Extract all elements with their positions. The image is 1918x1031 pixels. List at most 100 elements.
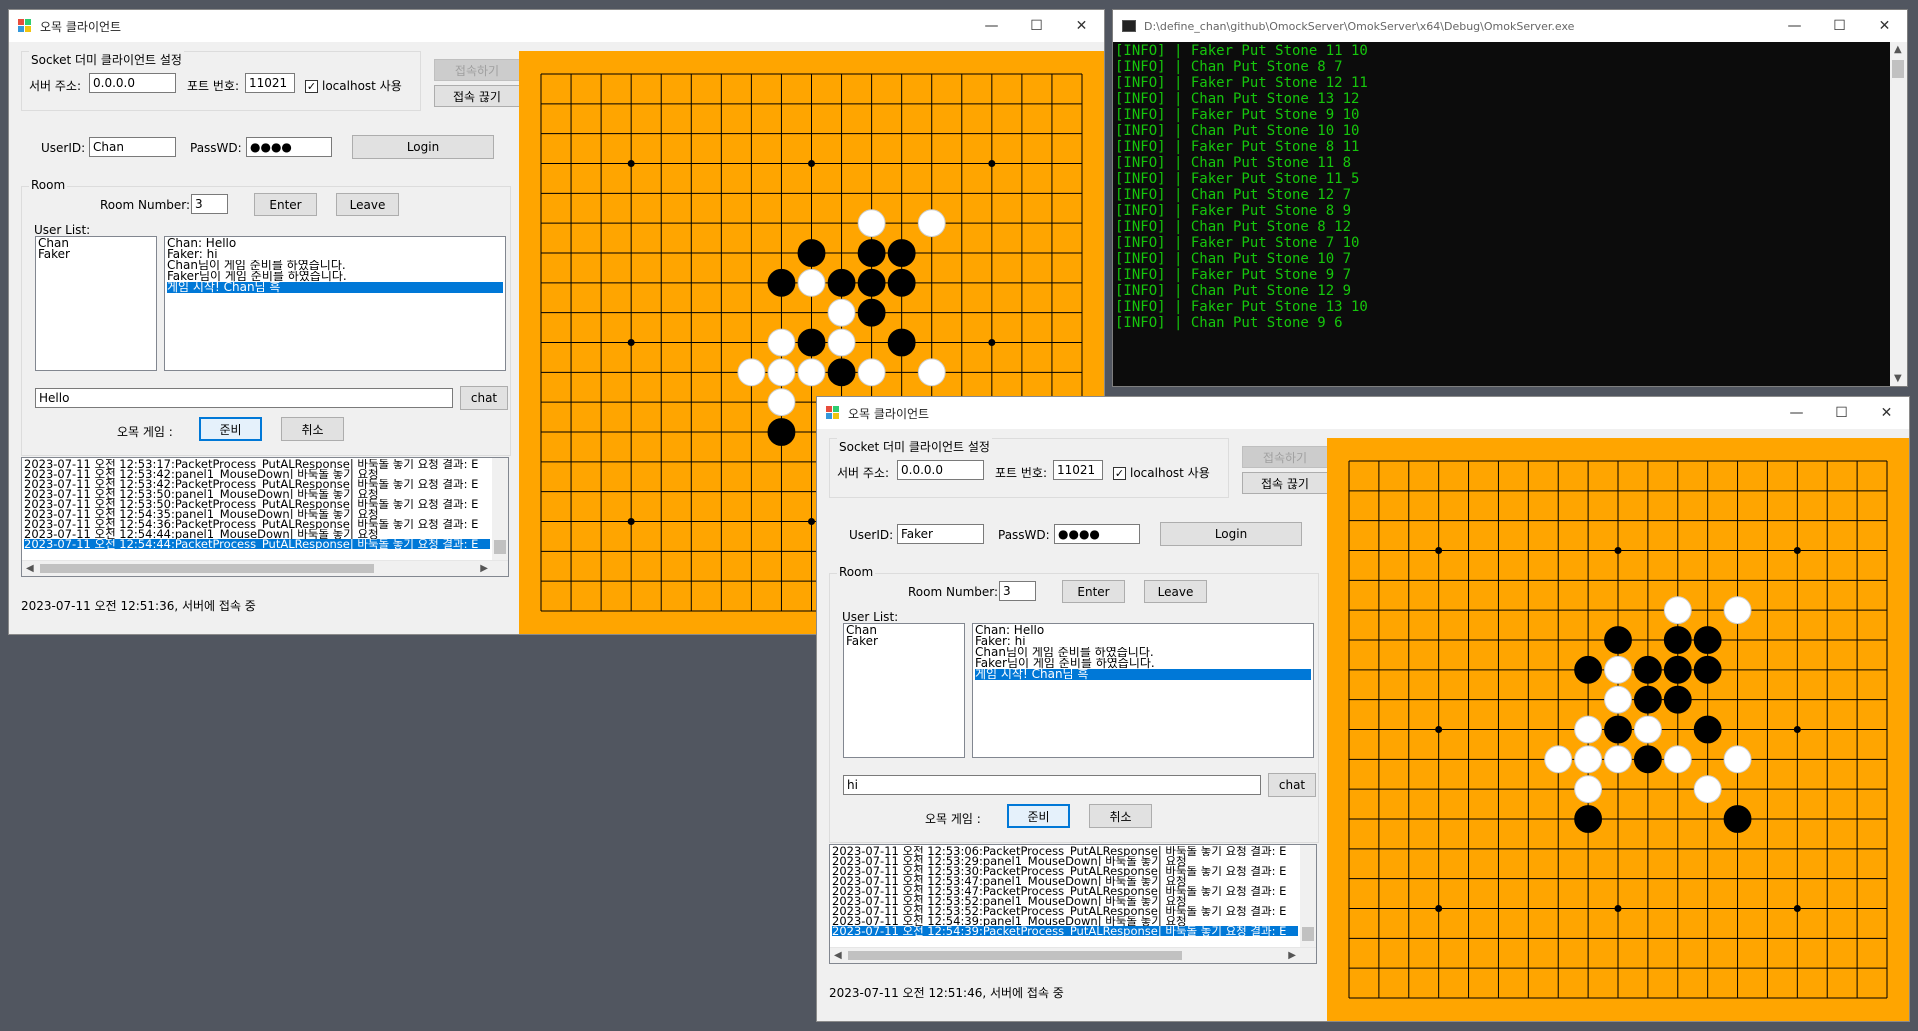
chat-message[interactable]: 게임 시작! Chan님 흑 bbox=[975, 669, 1311, 680]
log-line[interactable]: 2023-07-11 오전 12:53:52:PacketProcess_Put… bbox=[832, 906, 1298, 916]
disconnect-button[interactable]: 접속 끊기 bbox=[434, 85, 520, 107]
log-line[interactable]: 2023-07-11 오전 12:53:42:PacketProcess_Put… bbox=[24, 479, 490, 489]
login-button[interactable]: Login bbox=[352, 135, 494, 159]
console-scrollbar[interactable]: ▲ ▼ bbox=[1890, 42, 1907, 386]
room-number-input[interactable]: 3 bbox=[999, 581, 1036, 601]
log-line[interactable]: 2023-07-11 오전 12:53:06:PacketProcess_Put… bbox=[832, 846, 1298, 856]
log-hscroll-thumb[interactable] bbox=[848, 951, 1182, 960]
scroll-left-icon[interactable]: ◀ bbox=[26, 563, 34, 574]
log-line[interactable]: 2023-07-11 오전 12:53:42:panel1_MouseDown|… bbox=[24, 469, 490, 479]
maximize-icon[interactable]: ☐ bbox=[1819, 397, 1864, 429]
client-titlebar[interactable]: 오목 클라이언트 — ☐ ✕ bbox=[9, 10, 1104, 42]
chat-listbox[interactable]: Chan: Hello Faker: hi Chan님이 게임 준비를 하였습니다.… bbox=[164, 236, 506, 371]
leave-button[interactable]: Leave bbox=[336, 193, 399, 216]
minimize-icon[interactable]: — bbox=[1772, 10, 1817, 42]
localhost-checkbox[interactable]: ✓ localhost 사용 bbox=[305, 77, 402, 94]
log-horizontal-scrollbar[interactable]: ◀ ▶ bbox=[22, 560, 508, 576]
leave-button[interactable]: Leave bbox=[1144, 580, 1207, 603]
log-line[interactable]: 2023-07-11 오전 12:54:36:PacketProcess_Put… bbox=[24, 519, 490, 529]
checkbox-check-icon[interactable]: ✓ bbox=[1113, 467, 1126, 480]
localhost-checkbox[interactable]: ✓ localhost 사용 bbox=[1113, 464, 1210, 481]
disconnect-button[interactable]: 접속 끊기 bbox=[1242, 472, 1328, 494]
log-line[interactable]: 2023-07-11 오전 12:54:44:panel1_MouseDown|… bbox=[24, 529, 490, 539]
scroll-up-icon[interactable]: ▲ bbox=[1894, 44, 1902, 55]
log-horizontal-scrollbar[interactable]: ◀ ▶ bbox=[830, 947, 1316, 963]
star-point bbox=[627, 160, 635, 167]
chat-listbox[interactable]: Chan: Hello Faker: hi Chan님이 게임 준비를 하였습니다.… bbox=[972, 623, 1314, 758]
log-line[interactable]: 2023-07-11 오전 12:53:50:panel1_MouseDown|… bbox=[24, 489, 490, 499]
chat-message[interactable]: Faker님이 게임 준비를 하였습니다. bbox=[167, 271, 503, 282]
chat-message[interactable]: Chan: Hello bbox=[167, 238, 503, 249]
client-titlebar[interactable]: 오목 클라이언트 — ☐ ✕ bbox=[817, 397, 1909, 429]
log-vscroll-thumb[interactable] bbox=[1302, 927, 1314, 941]
user-list-item[interactable]: Faker bbox=[38, 249, 154, 260]
chat-message[interactable]: 게임 시작! Chan님 흑 bbox=[167, 282, 503, 293]
scroll-down-icon[interactable]: ▼ bbox=[1894, 373, 1902, 384]
console-scroll-thumb[interactable] bbox=[1892, 60, 1904, 78]
omok-board[interactable] bbox=[1327, 438, 1909, 1021]
enter-button[interactable]: Enter bbox=[1062, 580, 1125, 603]
ready-button[interactable]: 준비 bbox=[199, 417, 262, 441]
chat-message[interactable]: Chan님이 게임 준비를 하였습니다. bbox=[167, 260, 503, 271]
enter-button[interactable]: Enter bbox=[254, 193, 317, 216]
passwd-input[interactable]: ●●●● bbox=[246, 137, 332, 157]
log-hscroll-thumb[interactable] bbox=[40, 564, 374, 573]
scroll-right-icon[interactable]: ▶ bbox=[1288, 950, 1296, 961]
log-line[interactable]: 2023-07-11 오전 12:53:30:PacketProcess_Put… bbox=[832, 866, 1298, 876]
ready-button[interactable]: 준비 bbox=[1007, 804, 1070, 828]
log-line[interactable]: 2023-07-11 오전 12:53:17:PacketProcess_Put… bbox=[24, 459, 490, 469]
console-titlebar[interactable]: D:\define_chan\github\OmockServer\OmokSe… bbox=[1113, 10, 1907, 42]
minimize-icon[interactable]: — bbox=[969, 10, 1014, 42]
user-list-item[interactable]: Chan bbox=[38, 238, 154, 249]
user-list-item[interactable]: Chan bbox=[846, 625, 962, 636]
chat-message[interactable]: Chan님이 게임 준비를 하였습니다. bbox=[975, 647, 1311, 658]
log-line[interactable]: 2023-07-11 오전 12:53:47:PacketProcess_Put… bbox=[832, 886, 1298, 896]
log-vscroll-thumb[interactable] bbox=[494, 540, 506, 554]
server-address-input[interactable]: 0.0.0.0 bbox=[897, 460, 984, 480]
checkbox-check-icon[interactable]: ✓ bbox=[305, 80, 318, 93]
login-button[interactable]: Login bbox=[1160, 522, 1302, 546]
maximize-icon[interactable]: ☐ bbox=[1817, 10, 1862, 42]
port-input[interactable]: 11021 bbox=[1053, 460, 1103, 480]
log-listbox[interactable]: 2023-07-11 오전 12:53:17:PacketProcess_Put… bbox=[21, 457, 509, 577]
close-icon[interactable]: ✕ bbox=[1862, 10, 1907, 42]
scroll-right-icon[interactable]: ▶ bbox=[480, 563, 488, 574]
log-line[interactable]: 2023-07-11 오전 12:53:52:panel1_MouseDown|… bbox=[832, 896, 1298, 906]
log-vertical-scrollbar[interactable] bbox=[492, 458, 508, 560]
server-address-input[interactable]: 0.0.0.0 bbox=[89, 73, 176, 93]
scroll-left-icon[interactable]: ◀ bbox=[834, 950, 842, 961]
chat-input[interactable]: Hello bbox=[35, 388, 453, 408]
user-list-item[interactable]: Faker bbox=[846, 636, 962, 647]
passwd-input[interactable]: ●●●● bbox=[1054, 524, 1140, 544]
log-line[interactable]: 2023-07-11 오전 12:53:50:PacketProcess_Put… bbox=[24, 499, 490, 509]
log-line[interactable]: 2023-07-11 오전 12:53:47:panel1_MouseDown|… bbox=[832, 876, 1298, 886]
userid-input[interactable]: Faker bbox=[897, 524, 984, 544]
port-input[interactable]: 11021 bbox=[245, 73, 295, 93]
chat-button[interactable]: chat bbox=[460, 386, 508, 410]
minimize-icon[interactable]: — bbox=[1774, 397, 1819, 429]
room-number-input[interactable]: 3 bbox=[191, 194, 228, 214]
log-line[interactable]: 2023-07-11 오전 12:53:29:panel1_MouseDown|… bbox=[832, 856, 1298, 866]
chat-message[interactable]: Chan: Hello bbox=[975, 625, 1311, 636]
chat-message[interactable]: Faker: hi bbox=[975, 636, 1311, 647]
chat-message[interactable]: Faker: hi bbox=[167, 249, 503, 260]
close-icon[interactable]: ✕ bbox=[1059, 10, 1104, 42]
cancel-button[interactable]: 취소 bbox=[281, 417, 344, 441]
maximize-icon[interactable]: ☐ bbox=[1014, 10, 1059, 42]
log-line[interactable]: 2023-07-11 오전 12:54:35:panel1_MouseDown|… bbox=[24, 509, 490, 519]
chat-message[interactable]: Faker님이 게임 준비를 하였습니다. bbox=[975, 658, 1311, 669]
cancel-button[interactable]: 취소 bbox=[1089, 804, 1152, 828]
close-icon[interactable]: ✕ bbox=[1864, 397, 1909, 429]
userid-input[interactable]: Chan bbox=[89, 137, 176, 157]
chat-input[interactable]: hi bbox=[843, 775, 1261, 795]
user-list[interactable]: Chan Faker bbox=[35, 236, 157, 371]
log-line[interactable]: 2023-07-11 오전 12:54:44:PacketProcess_Put… bbox=[24, 539, 490, 549]
log-line[interactable]: 2023-07-11 오전 12:54:39:panel1_MouseDown|… bbox=[832, 916, 1298, 926]
chat-button[interactable]: chat bbox=[1268, 773, 1316, 797]
log-vertical-scrollbar[interactable] bbox=[1300, 845, 1316, 947]
log-line[interactable]: 2023-07-11 오전 12:54:39:PacketProcess_Put… bbox=[832, 926, 1298, 936]
white-stone bbox=[1723, 596, 1752, 625]
board-grid[interactable] bbox=[1327, 438, 1909, 1021]
user-list[interactable]: Chan Faker bbox=[843, 623, 965, 758]
log-listbox[interactable]: 2023-07-11 오전 12:53:06:PacketProcess_Put… bbox=[829, 844, 1317, 964]
